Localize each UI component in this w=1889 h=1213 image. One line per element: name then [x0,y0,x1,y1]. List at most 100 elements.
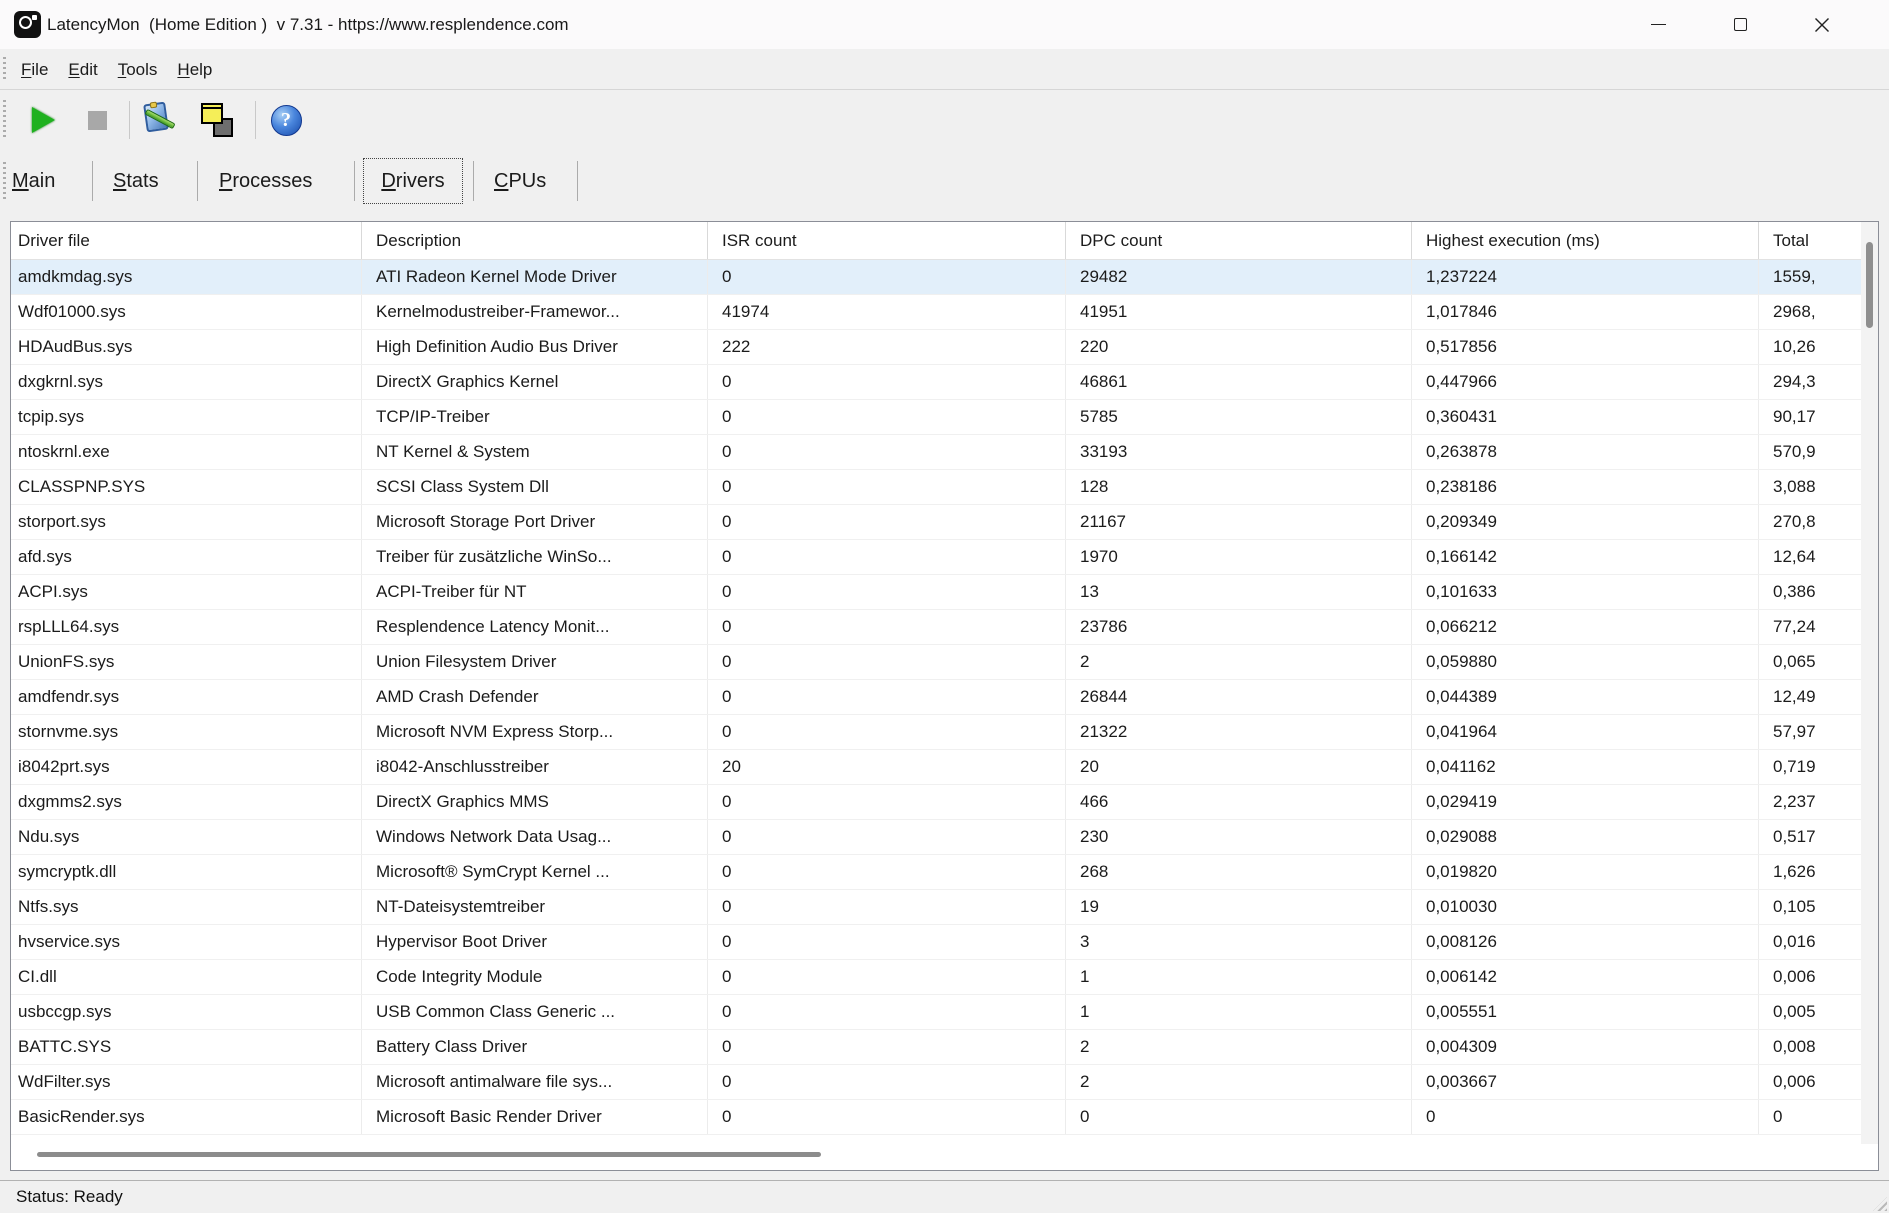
table-cell: 1559, [1758,260,1878,294]
table-cell: Microsoft NVM Express Storp... [361,715,707,749]
table-row[interactable]: CLASSPNP.SYSSCSI Class System Dll01280,2… [11,470,1878,505]
help-icon: ? [271,105,302,136]
table-cell: ntoskrnl.exe [11,435,361,469]
tab-drivers-rest: rivers [396,170,445,192]
menu-file-key: F [21,60,31,79]
table-cell: 1,626 [1758,855,1878,889]
vertical-scrollbar-thumb[interactable] [1866,242,1873,328]
menu-item-tools[interactable]: Tools [108,49,168,90]
table-cell: 0 [707,435,1065,469]
column-header-driver-file[interactable]: Driver file [11,222,361,259]
column-header-isr-count[interactable]: ISR count [707,222,1065,259]
table-cell: Microsoft® SymCrypt Kernel ... [361,855,707,889]
table-row[interactable]: tcpip.sysTCP/IP-Treiber057850,36043190,1… [11,400,1878,435]
table-row[interactable]: symcryptk.dllMicrosoft® SymCrypt Kernel … [11,855,1878,890]
menu-item-help[interactable]: Help [167,49,222,90]
table-cell: 12,49 [1758,680,1878,714]
table-row[interactable]: UnionFS.sysUnion Filesystem Driver020,05… [11,645,1878,680]
table-cell: hvservice.sys [11,925,361,959]
table-row[interactable]: rspLLL64.sysResplendence Latency Monit..… [11,610,1878,645]
table-cell: ATI Radeon Kernel Mode Driver [361,260,707,294]
help-button[interactable]: ? [268,100,304,140]
table-row[interactable]: afd.sysTreiber für zusätzliche WinSo...0… [11,540,1878,575]
table-row[interactable]: storport.sysMicrosoft Storage Port Drive… [11,505,1878,540]
windows-stack-button[interactable] [198,100,236,140]
tab-cpus-rest: PUs [508,170,546,192]
column-header-description[interactable]: Description [361,222,707,259]
table-row[interactable]: ACPI.sysACPI-Treiber für NT0130,1016330,… [11,575,1878,610]
table-cell: 0 [1065,1100,1411,1134]
menu-item-edit[interactable]: Edit [58,49,107,90]
table-cell: rspLLL64.sys [11,610,361,644]
menubar-gripper [3,57,6,81]
table-cell: CI.dll [11,960,361,994]
tab-stats-key: S [113,170,126,192]
table-cell: 2 [1065,1030,1411,1064]
tab-stats-rest: tats [126,170,158,192]
resize-grip[interactable] [1873,1197,1887,1211]
menu-edit-key: E [68,60,79,79]
table-cell: 0 [707,820,1065,854]
table-cell: 0 [707,610,1065,644]
horizontal-scrollbar-thumb[interactable] [37,1152,821,1157]
maximize-icon [1734,18,1747,31]
table-row[interactable]: Wdf01000.sysKernelmodustreiber-Framewor.… [11,295,1878,330]
tab-separator [577,161,578,201]
table-cell: 0,003667 [1411,1065,1758,1099]
column-header-highest-execution[interactable]: Highest execution (ms) [1411,222,1758,259]
table-row[interactable]: amdfendr.sysAMD Crash Defender0268440,04… [11,680,1878,715]
maximize-button[interactable] [1717,0,1763,49]
table-row[interactable]: dxgmms2.sysDirectX Graphics MMS04660,029… [11,785,1878,820]
table-cell: 0 [707,540,1065,574]
table-cell: amdkmdag.sys [11,260,361,294]
table-row[interactable]: i8042prt.sysi8042-Anschlusstreiber20200,… [11,750,1878,785]
table-cell: 0 [707,400,1065,434]
table-cell: 0,041162 [1411,750,1758,784]
vertical-scrollbar[interactable] [1861,222,1878,1144]
table-row[interactable]: ntoskrnl.exeNT Kernel & System0331930,26… [11,435,1878,470]
stop-icon [88,111,107,130]
table-row[interactable]: usbccgp.sysUSB Common Class Generic ...0… [11,995,1878,1030]
minimize-button[interactable] [1635,0,1681,49]
tab-main[interactable]: Main [12,150,55,212]
menu-tools-key: T [118,60,127,79]
tab-stats[interactable]: Stats [113,150,159,212]
start-monitor-button[interactable] [26,102,60,138]
table-row[interactable]: Ntfs.sysNT-Dateisystemtreiber0190,010030… [11,890,1878,925]
close-button[interactable] [1799,0,1845,49]
table-row[interactable]: Ndu.sysWindows Network Data Usag...02300… [11,820,1878,855]
table-row[interactable]: HDAudBus.sysHigh Definition Audio Bus Dr… [11,330,1878,365]
table-cell: 20 [1065,750,1411,784]
menu-edit-rest: dit [80,60,98,79]
table-cell: 0,008 [1758,1030,1878,1064]
table-row[interactable]: stornvme.sysMicrosoft NVM Express Storp.… [11,715,1878,750]
table-row[interactable]: BasicRender.sysMicrosoft Basic Render Dr… [11,1100,1878,1135]
table-cell: 0 [707,645,1065,679]
table-cell: NT Kernel & System [361,435,707,469]
tab-drivers[interactable]: Drivers [363,158,463,204]
table-cell: amdfendr.sys [11,680,361,714]
table-row[interactable]: hvservice.sysHypervisor Boot Driver030,0… [11,925,1878,960]
table-row[interactable]: BATTC.SYSBattery Class Driver020,0043090… [11,1030,1878,1065]
table-cell: 0 [707,995,1065,1029]
tab-processes[interactable]: Processes [219,150,312,212]
analyze-tool-button[interactable] [142,100,178,140]
table-row[interactable]: dxgkrnl.sysDirectX Graphics Kernel046861… [11,365,1878,400]
table-cell: 0 [707,855,1065,889]
table-cell: Microsoft Storage Port Driver [361,505,707,539]
table-row[interactable]: CI.dllCode Integrity Module010,0061420,0… [11,960,1878,995]
table-row[interactable]: amdkmdag.sysATI Radeon Kernel Mode Drive… [11,260,1878,295]
table-cell: 19 [1065,890,1411,924]
table-cell: 0,065 [1758,645,1878,679]
menu-file-rest: ile [31,60,48,79]
column-header-dpc-count[interactable]: DPC count [1065,222,1411,259]
tab-cpus[interactable]: CPUs [494,150,546,212]
table-cell: 41974 [707,295,1065,329]
tab-drivers-label: Drivers [381,170,444,193]
window-titlebar: LatencyMon (Home Edition ) v 7.31 - http… [0,0,1889,49]
table-cell: 268 [1065,855,1411,889]
stop-monitor-button[interactable] [80,102,114,138]
table-row[interactable]: WdFilter.sysMicrosoft antimalware file s… [11,1065,1878,1100]
column-header-total[interactable]: Total [1758,222,1878,259]
menu-item-file[interactable]: File [11,49,58,90]
